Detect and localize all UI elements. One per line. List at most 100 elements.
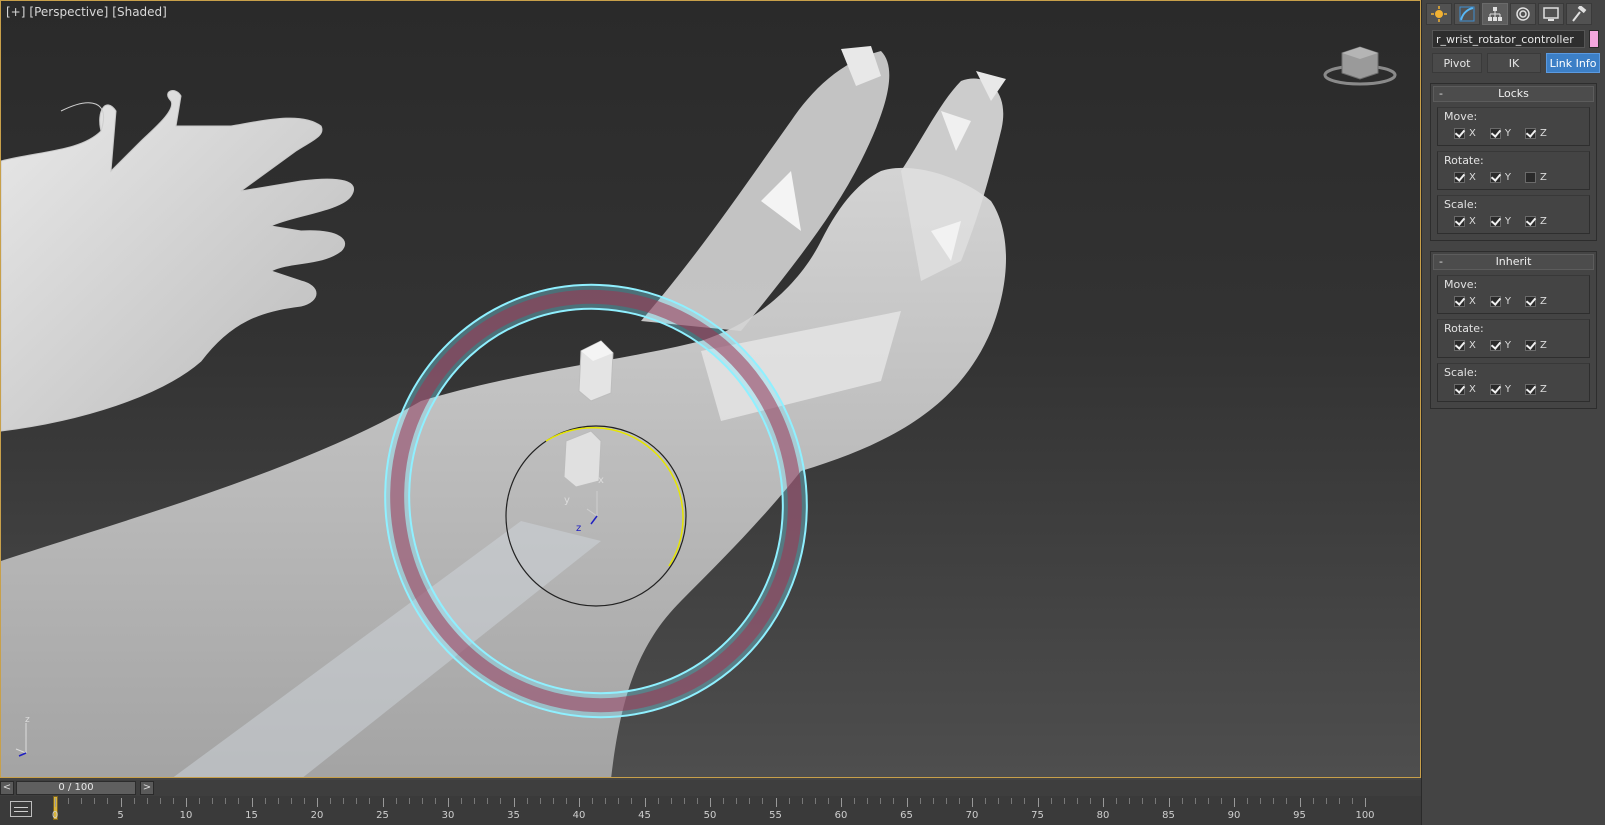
locks-scale-z-checkbox[interactable]: Z <box>1524 216 1547 227</box>
inherit-title: Inherit <box>1495 255 1532 268</box>
locks-move-z-checkbox[interactable]: Z <box>1524 128 1547 139</box>
frame-tick <box>513 798 515 807</box>
link-info-button[interactable]: Link Info <box>1546 53 1600 73</box>
frame-tick <box>369 798 371 804</box>
frame-tick <box>382 798 384 807</box>
modify-tab[interactable] <box>1454 3 1480 25</box>
scene-render[interactable]: x y z z <box>1 1 1421 778</box>
inherit-move-z-checkbox[interactable]: Z <box>1524 296 1547 307</box>
frame-label: 50 <box>703 810 717 821</box>
motion-tab[interactable] <box>1510 3 1536 25</box>
locks-rotate-z-checkbox[interactable]: Z <box>1524 172 1547 183</box>
locks-rotate-x-checkbox[interactable]: X <box>1454 172 1476 183</box>
locks-move-x-checkbox[interactable]: X <box>1454 128 1476 139</box>
inherit-scale-z-checkbox[interactable]: Z <box>1524 384 1547 395</box>
frame-label: 45 <box>638 810 651 821</box>
frame-tick <box>723 798 725 804</box>
hierarchy-icon <box>1488 7 1502 21</box>
inherit-rotate-label: Rotate: <box>1444 322 1484 335</box>
inherit-rollout-header[interactable]: - Inherit <box>1433 254 1594 270</box>
inherit-collapse-toggle[interactable]: - <box>1439 255 1443 269</box>
frame-tick <box>343 798 345 804</box>
inherit-move-label: Move: <box>1444 278 1478 291</box>
frame-tick <box>199 798 201 804</box>
inherit-rotate-y-checkbox[interactable]: Y <box>1489 340 1511 351</box>
frame-tick <box>212 798 214 804</box>
frame-tick <box>1207 798 1209 804</box>
frame-tick <box>356 798 358 804</box>
object-name-field[interactable] <box>1432 30 1585 48</box>
frame-tick <box>592 798 594 804</box>
utilities-tab[interactable] <box>1566 3 1592 25</box>
locks-collapse-toggle[interactable]: - <box>1439 87 1443 101</box>
create-tab[interactable] <box>1426 3 1452 25</box>
frame-tick <box>775 798 777 807</box>
time-slider-prev-button[interactable]: < <box>0 781 14 795</box>
frame-tick <box>225 798 227 804</box>
frame-tick <box>317 798 318 807</box>
display-monitor-icon <box>1543 7 1559 21</box>
frame-tick <box>1365 798 1366 807</box>
frame-label: 35 <box>507 810 520 821</box>
time-slider-thumb[interactable]: 0 / 100 <box>16 781 136 795</box>
frame-label: 85 <box>1162 810 1175 821</box>
inherit-rollout: - Inherit Move: X Y Z Rotate: X Y Z Scal… <box>1430 251 1597 409</box>
inherit-scale-y-checkbox[interactable]: Y <box>1489 384 1511 395</box>
gizmo-z-label: z <box>576 523 581 534</box>
locks-move-group: Move: X Y Z <box>1437 107 1590 146</box>
locks-scale-y-checkbox[interactable]: Y <box>1489 216 1511 227</box>
frame-tick <box>81 798 83 804</box>
frame-tick <box>264 798 266 804</box>
frame-tick <box>683 798 685 804</box>
locks-rollout-header[interactable]: - Locks <box>1433 86 1594 102</box>
frame-tick <box>1194 798 1196 804</box>
ik-button[interactable]: IK <box>1487 53 1541 73</box>
frame-tick <box>736 798 738 804</box>
display-tab[interactable] <box>1538 3 1564 25</box>
curve-editor-mini-icon[interactable] <box>10 801 32 817</box>
hierarchy-tab[interactable] <box>1482 3 1508 25</box>
frame-ruler[interactable]: 0 5 10 15 20 25 30 35 40 45 50 55 60 65 70 75 80 85 90 95 10… <box>52 796 1375 825</box>
perspective-viewport[interactable]: x y z z [+] [Perspective] [Shaded] <box>0 0 1421 778</box>
viewport-point-of-view-menu[interactable]: [Perspective] <box>29 5 108 19</box>
object-color-swatch[interactable] <box>1589 30 1599 48</box>
viewport-menu-plus[interactable]: [+] <box>6 5 25 19</box>
track-bar[interactable]: 0 5 10 15 20 25 30 35 40 45 50 55 60 65 70 75 80 85 90 95 10… <box>0 796 1421 825</box>
frame-tick <box>814 798 816 804</box>
locks-move-y-checkbox[interactable]: Y <box>1489 128 1511 139</box>
viewport-shading-menu[interactable]: [Shaded] <box>112 5 167 19</box>
frame-tick <box>1338 798 1340 804</box>
viewcube[interactable] <box>1320 39 1400 89</box>
frame-tick <box>552 798 554 804</box>
inherit-rotate-x-checkbox[interactable]: X <box>1454 340 1476 351</box>
frame-label: 95 <box>1293 810 1306 821</box>
frame-tick <box>670 798 672 804</box>
frame-tick <box>330 798 332 804</box>
gizmo-y-label: y <box>564 495 570 506</box>
frame-tick <box>461 798 463 804</box>
locks-rotate-y-checkbox[interactable]: Y <box>1489 172 1511 183</box>
frame-tick <box>710 798 711 807</box>
frame-tick <box>408 798 410 804</box>
frame-tick <box>919 798 921 804</box>
inherit-rotate-z-checkbox[interactable]: Z <box>1524 340 1547 351</box>
frame-tick <box>801 798 803 804</box>
locks-move-label: Move: <box>1444 110 1478 123</box>
locks-scale-x-checkbox[interactable]: X <box>1454 216 1476 227</box>
time-slider-next-button[interactable]: > <box>140 781 154 795</box>
frame-tick <box>1142 798 1144 804</box>
frame-tick <box>1116 798 1118 804</box>
inherit-scale-x-checkbox[interactable]: X <box>1454 384 1476 395</box>
pivot-button[interactable]: Pivot <box>1432 53 1482 73</box>
time-slider: < 0 / 100 > <box>0 780 1421 796</box>
locks-rollout: - Locks Move: X Y Z Rotate: X Y Z Scale:… <box>1430 83 1597 241</box>
inherit-move-y-checkbox[interactable]: Y <box>1489 296 1511 307</box>
frame-label: 80 <box>1096 810 1110 821</box>
frame-tick <box>303 798 305 804</box>
modify-arc-icon <box>1459 6 1475 22</box>
frame-tick <box>500 798 502 804</box>
sun-icon <box>1431 6 1447 22</box>
inherit-move-x-checkbox[interactable]: X <box>1454 296 1476 307</box>
hammer-icon <box>1572 6 1587 22</box>
frame-tick <box>1234 798 1235 807</box>
